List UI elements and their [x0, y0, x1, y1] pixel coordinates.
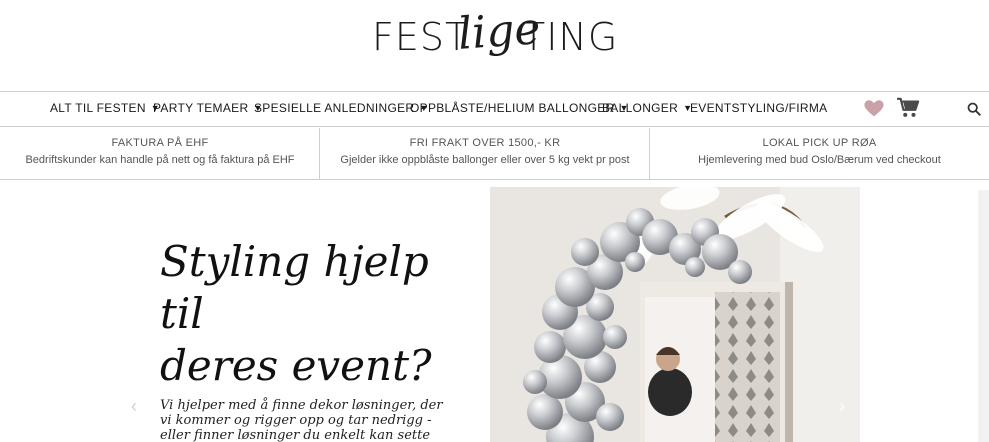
info-pickup: LOKAL PICK UP RØA Hjemlevering med bud O… [649, 128, 989, 179]
hero-title-line1: Styling hjelp til [160, 237, 429, 338]
info-title: FAKTURA PÅ EHF [111, 137, 209, 149]
nav-item-oppblaste-ballonger[interactable]: OPPBLÅSTE/HELIUM BALLONGER ▼ [410, 101, 629, 115]
balloon-arch-image [490, 187, 860, 442]
hero-title-line2: deres event? [160, 341, 432, 390]
hero-title: Styling hjelp til deres event? [160, 236, 480, 392]
carousel-prev-arrow-icon[interactable]: ‹ [131, 396, 137, 417]
heart-icon[interactable] [863, 97, 885, 119]
logo-text-fest: FEST [372, 15, 470, 59]
nav-item-label: OPPBLÅSTE/HELIUM BALLONGER [410, 101, 615, 115]
info-title: FRI FRAKT OVER 1500,- KR [409, 137, 561, 149]
nav-item-eventstyling[interactable]: EVENTSTYLING/FIRMA [690, 101, 827, 115]
header-logo-bar: FEST lige TING [0, 0, 989, 91]
info-subtitle: Hjemlevering med bud Oslo/Bærum ved chec… [698, 154, 941, 166]
main-navigation: ALT TIL FESTEN ▼ PARTY TEMAER ▼ SPESIELLE … [0, 91, 989, 127]
info-ehf: FAKTURA PÅ EHF Bedriftskunder kan handle… [0, 128, 320, 179]
info-free-shipping: FRI FRAKT OVER 1500,- KR Gjelder ikke op… [319, 128, 650, 179]
info-subtitle: Bedriftskunder kan handle på nett og få … [25, 154, 295, 166]
carousel-next-arrow-icon[interactable]: › [839, 396, 845, 417]
hero-description: Vi hjelper med å finne dekor løsninger, … [160, 398, 443, 442]
cart-icon[interactable] [896, 97, 920, 119]
nav-item-ballonger[interactable]: BALLONGER ▼ [602, 101, 692, 115]
next-slide-peek [978, 190, 989, 442]
nav-item-label: BALLONGER [602, 101, 679, 115]
site-logo[interactable]: FEST lige TING [372, 3, 617, 86]
nav-item-label: ALT TIL FESTEN [50, 101, 146, 115]
logo-text-ting: TING [522, 15, 619, 59]
hero-balloon-photo [490, 187, 860, 442]
info-title: LOKAL PICK UP RØA [762, 137, 877, 149]
nav-item-label: EVENTSTYLING/FIRMA [690, 101, 828, 115]
info-bar: FAKTURA PÅ EHF Bedriftskunder kan handle… [0, 128, 989, 180]
nav-item-party-temaer[interactable]: PARTY TEMAER ▼ [153, 101, 263, 115]
nav-item-alt-til-festen[interactable]: ALT TIL FESTEN ▼ [50, 101, 160, 115]
nav-item-label: PARTY TEMAER [153, 101, 249, 115]
info-subtitle: Gjelder ikke oppblåste ballonger eller o… [340, 154, 630, 166]
search-icon[interactable] [967, 102, 981, 116]
nav-item-label: SPESIELLE ANLEDNINGER [254, 101, 415, 115]
nav-item-spesielle-anledninger[interactable]: SPESIELLE ANLEDNINGER ▼ [254, 101, 429, 115]
